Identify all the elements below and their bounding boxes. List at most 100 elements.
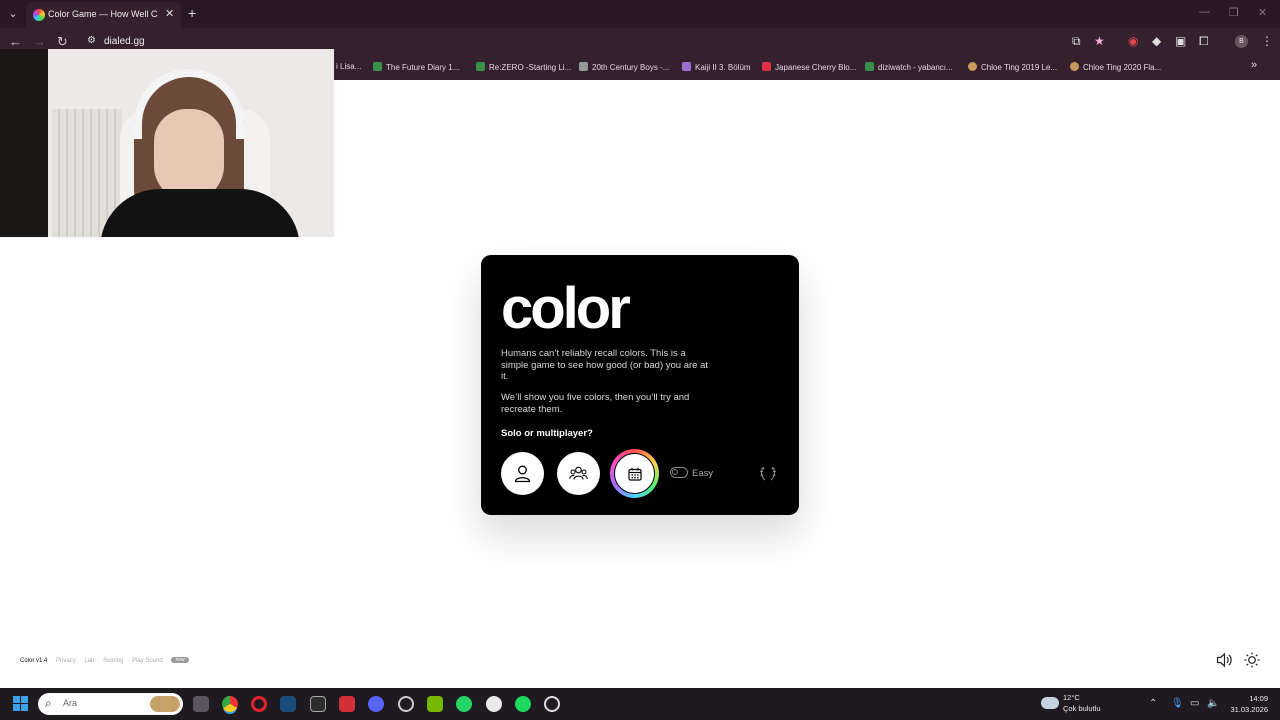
bookmark-item[interactable]: Japanese Cherry Blo... [762, 62, 856, 72]
play-sound-label: Play Sound [132, 658, 163, 664]
tab-search-chevron-icon[interactable]: ⌄ [4, 5, 22, 23]
back-arrow-icon[interactable]: ← [9, 34, 22, 49]
bookmark-item[interactable]: i Lisa... [336, 62, 361, 71]
bookmark-item[interactable]: diziwatch - yabancı... [865, 62, 953, 72]
opera-icon[interactable] [251, 696, 267, 712]
intro-text-2: We’ll show you five colors, then you’ll … [501, 392, 690, 415]
extension-pocket-icon[interactable]: ▣ [1175, 34, 1186, 48]
group-icon [569, 466, 588, 480]
red-app-icon[interactable] [339, 696, 355, 712]
bookmark-item[interactable]: Chloe Ting 2019 Le... [968, 62, 1057, 72]
bookmark-favicon-icon [968, 62, 977, 71]
lab-link[interactable]: Lab [84, 658, 94, 664]
windows-taskbar: ⌕ Ara 12°C Çok bulutlu ⌃ 🎙 ▭ 🔈 14:09 31.… [0, 688, 1280, 720]
color-game-favicon-icon [33, 9, 45, 21]
weather-cloud-icon [1041, 697, 1059, 709]
multiplayer-button[interactable] [557, 452, 600, 495]
chrome-menu-icon[interactable]: ⋮ [1261, 34, 1273, 48]
bookmark-favicon-icon [865, 62, 874, 71]
bookmarks-overflow-icon[interactable]: » [1251, 59, 1257, 71]
tab-title: Color Game — How Well Can V [48, 9, 158, 19]
bookmark-star-icon[interactable]: ★ [1094, 34, 1105, 48]
privacy-link[interactable]: Privacy [56, 658, 76, 664]
calendar-icon [628, 467, 642, 481]
windows-start-icon[interactable] [13, 696, 29, 712]
extension-diamond-icon[interactable]: ◆ [1152, 34, 1161, 48]
extension-shield-icon[interactable]: ◉ [1128, 34, 1138, 48]
bookmark-favicon-icon [762, 62, 771, 71]
microphone-icon[interactable]: 🎙 [1171, 698, 1184, 709]
epic-games-icon[interactable] [310, 696, 326, 712]
webcam-person-body [100, 189, 300, 237]
leaderboard-laurel-icon[interactable] [759, 464, 777, 482]
profile-avatar[interactable]: B [1235, 35, 1248, 48]
tab-close-icon[interactable]: ✕ [165, 7, 174, 20]
nvidia-icon[interactable] [427, 696, 443, 712]
bookmark-favicon-icon [579, 62, 588, 71]
weather-description: Çok bulutlu [1063, 704, 1101, 713]
search-icon: ⌕ [45, 696, 52, 710]
daily-button[interactable] [610, 449, 659, 498]
steam-icon[interactable] [280, 696, 296, 712]
weather-temperature: 12°C [1063, 693, 1080, 702]
color-logo: color [501, 276, 631, 341]
bookmark-item[interactable]: Chloe Ting 2020 Fla... [1070, 62, 1161, 72]
sound-icon[interactable] [1216, 652, 1233, 668]
reload-icon[interactable]: ↻ [57, 34, 68, 50]
bookmark-item[interactable]: Kaiji II 3. Bölüm [682, 62, 751, 72]
taskbar-clock[interactable]: 14:09 31.03.2026 [1222, 693, 1268, 715]
volume-icon[interactable]: 🔈 [1207, 698, 1219, 709]
bookmark-item[interactable]: The Future Diary 1... [373, 62, 459, 72]
file-explorer-icon[interactable] [193, 696, 209, 712]
clock-date: 31.03.2026 [1230, 705, 1268, 714]
new-tab-plus-icon[interactable]: + [188, 5, 196, 21]
minimize-icon[interactable]: — [1199, 6, 1210, 18]
bookmark-favicon-icon [682, 62, 691, 71]
bookmark-favicon-icon [1070, 62, 1079, 71]
bookmark-favicon-icon [373, 62, 382, 71]
taskbar-search-placeholder: Ara [63, 698, 78, 708]
intro-text-1: Humans can’t reliably recall colors. Thi… [501, 348, 709, 382]
bookmark-item[interactable]: 20th Century Boys -... [579, 62, 669, 72]
bookmark-item[interactable]: Re:ZERO -Starting Li... [476, 62, 571, 72]
app-notification-icon[interactable] [398, 696, 414, 712]
game-card: color Humans can’t reliably recall color… [481, 255, 799, 515]
clock-time: 14:09 [1249, 694, 1268, 703]
taskbar-search[interactable]: ⌕ Ara [38, 693, 183, 715]
whatsapp-icon[interactable] [456, 696, 472, 712]
search-highlight-image [150, 696, 180, 712]
webcam-dark-edge [0, 49, 48, 237]
cast-icon[interactable]: ⧉ [1072, 34, 1081, 49]
chrome-taskbar-icon[interactable] [222, 696, 238, 712]
discord-icon[interactable] [368, 696, 384, 712]
play-sound-link[interactable]: Play Sound new [132, 657, 196, 664]
mode-question: Solo or multiplayer? [501, 428, 593, 439]
scoring-link[interactable]: Scoring [103, 658, 123, 664]
version-label: Color v1.4 [20, 658, 48, 664]
panda-app-icon[interactable] [486, 696, 502, 712]
page-footer: Color v1.4 Privacy Lab Scoring Play Soun… [20, 657, 203, 664]
easy-mode-toggle[interactable] [670, 467, 688, 478]
daily-button-inner [614, 453, 655, 494]
window-close-icon[interactable]: ✕ [1258, 6, 1267, 19]
new-badge: new [171, 657, 189, 663]
extensions-puzzle-icon[interactable]: ⧠ [1199, 34, 1209, 49]
maximize-icon[interactable]: ❐ [1229, 6, 1239, 19]
site-info-icon[interactable]: ⚙ [87, 35, 96, 46]
bookmark-favicon-icon [476, 62, 485, 71]
theme-sun-icon[interactable] [1244, 652, 1260, 668]
tab-color-game[interactable]: Color Game — How Well Can V ✕ [26, 2, 181, 28]
spotify-icon[interactable] [515, 696, 531, 712]
easy-mode-label: Easy [692, 468, 714, 479]
tab-strip: ⌄ Color Game — How Well Can V ✕ + — ❐ ✕ [0, 0, 1280, 28]
toggle-knob [672, 469, 678, 475]
solo-button[interactable] [501, 452, 544, 495]
url-text: dialed.gg [104, 36, 145, 47]
chatgpt-icon[interactable] [544, 696, 560, 712]
network-icon[interactable]: ▭ [1190, 698, 1199, 709]
webcam-overlay [0, 49, 334, 237]
webcam-headphones [134, 69, 244, 139]
tray-overflow-chevron-icon[interactable]: ⌃ [1149, 698, 1157, 709]
person-icon [514, 465, 531, 483]
forward-arrow-icon[interactable]: → [33, 34, 46, 49]
